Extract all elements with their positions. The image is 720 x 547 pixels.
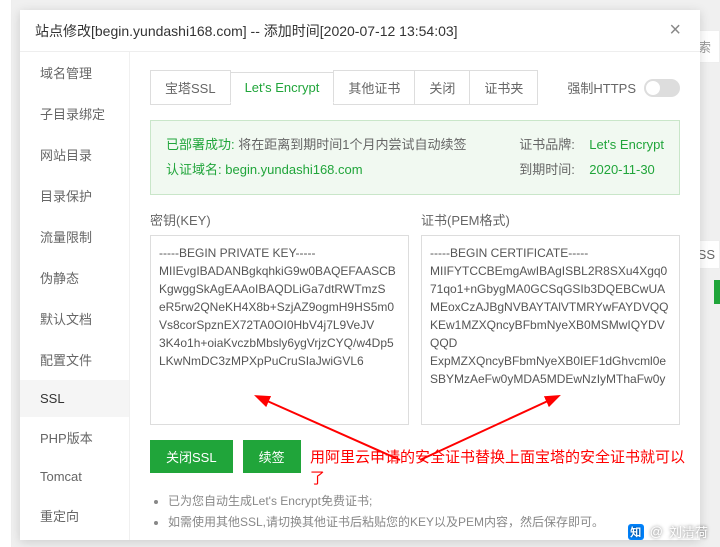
expire-label: 到期时间: xyxy=(519,158,589,183)
sidebar-item-config[interactable]: 配置文件 xyxy=(20,339,129,380)
key-label: 密钥(KEY) xyxy=(150,210,409,229)
close-ssl-button[interactable]: 关闭SSL xyxy=(150,440,233,473)
deployed-text: 将在距离到期时间1个月内尝试自动续签 xyxy=(238,137,466,152)
annotation-text: 用阿里云申请的安全证书替换上面宝塔的安全证书就可以了 xyxy=(310,446,685,488)
cert-row: 密钥(KEY) 证书(PEM格式) xyxy=(150,210,680,428)
sidebar-item-tomcat[interactable]: Tomcat xyxy=(20,458,129,495)
green-edge xyxy=(714,280,720,304)
key-textarea[interactable] xyxy=(150,235,409,425)
watermark: 知 @刘清荷 xyxy=(628,522,708,541)
sidebar-item-defaultdoc[interactable]: 默认文档 xyxy=(20,298,129,339)
tab-close[interactable]: 关闭 xyxy=(414,70,470,105)
close-icon[interactable]: × xyxy=(665,19,685,42)
sidebar-item-webdir[interactable]: 网站目录 xyxy=(20,134,129,175)
renew-button[interactable]: 续签 xyxy=(243,440,301,473)
deployed-label: 已部署成功: xyxy=(166,137,235,152)
sidebar: 域名管理 子目录绑定 网站目录 目录保护 流量限制 伪静态 默认文档 配置文件 … xyxy=(20,52,130,540)
deploy-notice: 已部署成功: 将在距离到期时间1个月内尝试自动续签 认证域名: begin.yu… xyxy=(150,120,680,195)
tip-2: 如需使用其他SSL,请切换其他证书后粘贴您的KEY以及PEM内容，然后保存即可。 xyxy=(168,512,685,532)
modal-title: 站点修改[begin.yundashi168.com] -- 添加时间[2020… xyxy=(35,21,458,41)
domain-value: begin.yundashi168.com xyxy=(225,162,362,177)
pem-label: 证书(PEM格式) xyxy=(421,210,680,229)
ssl-tabs: 宝塔SSL Let's Encrypt 其他证书 关闭 证书夹 强制HTTPS xyxy=(150,70,680,105)
sidebar-item-rewrite[interactable]: 伪静态 xyxy=(20,257,129,298)
expire-value: 2020-11-30 xyxy=(589,162,655,177)
sidebar-item-redirect[interactable]: 重定向 xyxy=(20,495,129,536)
watermark-author: 刘清荷 xyxy=(669,522,708,541)
sidebar-item-dirprotect[interactable]: 目录保护 xyxy=(20,175,129,216)
tab-cert-folder[interactable]: 证书夹 xyxy=(469,70,538,105)
sidebar-item-php[interactable]: PHP版本 xyxy=(20,417,129,458)
tip-1: 已为您自动生成Let's Encrypt免费证书; xyxy=(168,491,685,511)
modal-header: 站点修改[begin.yundashi168.com] -- 添加时间[2020… xyxy=(20,10,700,52)
brand-label: 证书品牌: xyxy=(519,133,589,158)
sidebar-item-domain[interactable]: 域名管理 xyxy=(20,52,129,93)
pem-textarea[interactable] xyxy=(421,235,680,425)
tab-bt-ssl[interactable]: 宝塔SSL xyxy=(150,70,231,105)
brand-value: Let's Encrypt xyxy=(589,137,664,152)
zhihu-icon: 知 xyxy=(628,524,644,540)
force-https-label: 强制HTTPS xyxy=(567,78,636,97)
tab-letsencrypt[interactable]: Let's Encrypt xyxy=(230,72,335,103)
background-panel xyxy=(0,0,12,547)
sidebar-item-traffic[interactable]: 流量限制 xyxy=(20,216,129,257)
tips-list: 已为您自动生成Let's Encrypt免费证书; 如需使用其他SSL,请切换其… xyxy=(150,491,685,532)
content-pane: 宝塔SSL Let's Encrypt 其他证书 关闭 证书夹 强制HTTPS … xyxy=(130,52,700,540)
sidebar-item-redirect-beta[interactable]: 重定向(测试版) xyxy=(20,536,129,540)
site-edit-modal: 站点修改[begin.yundashi168.com] -- 添加时间[2020… xyxy=(20,10,700,540)
sidebar-item-subdir[interactable]: 子目录绑定 xyxy=(20,93,129,134)
domain-label: 认证域名: xyxy=(166,162,222,177)
force-https-switch[interactable] xyxy=(644,79,680,97)
tab-other-cert[interactable]: 其他证书 xyxy=(333,70,415,105)
sidebar-item-ssl[interactable]: SSL xyxy=(20,380,129,417)
